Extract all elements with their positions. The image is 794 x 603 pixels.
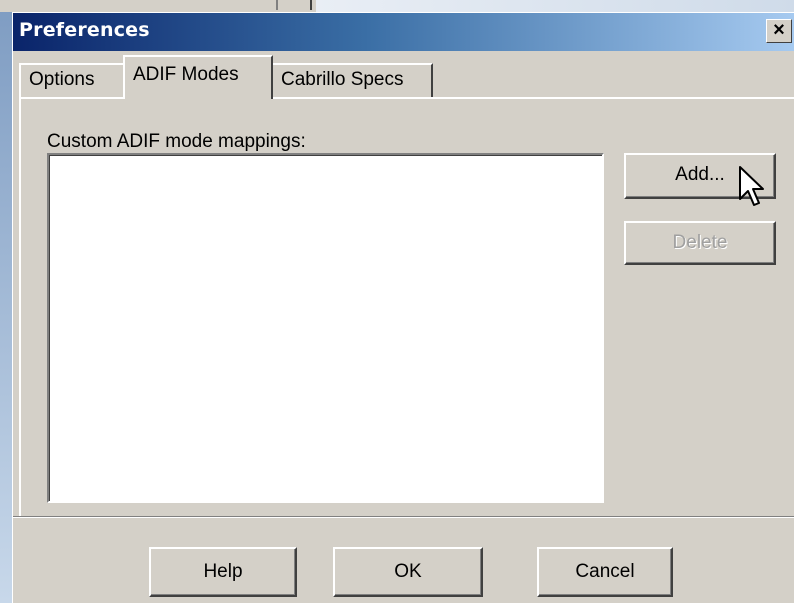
- arrow-cursor-icon: [739, 166, 764, 206]
- mappings-list[interactable]: [47, 153, 604, 503]
- tab-adif-modes[interactable]: ADIF Modes: [123, 55, 273, 99]
- cancel-button[interactable]: Cancel: [537, 547, 673, 597]
- background-divider: [310, 0, 312, 10]
- background-titlebar-fragment: [316, 0, 794, 12]
- mappings-label: Custom ADIF mode mappings:: [47, 131, 306, 152]
- preferences-dialog: Preferences × Options ADIF Modes Cabrill…: [12, 12, 794, 603]
- delete-button[interactable]: Delete: [624, 221, 776, 265]
- title-bar[interactable]: Preferences ×: [13, 13, 794, 51]
- close-button[interactable]: ×: [766, 19, 792, 43]
- background-desktop-strip: [0, 0, 12, 603]
- tab-options[interactable]: Options: [19, 63, 125, 97]
- close-icon: ×: [773, 19, 785, 41]
- background-divider: [276, 0, 278, 10]
- window-title: Preferences: [19, 19, 150, 41]
- footer-separator-highlight: [13, 517, 794, 518]
- ok-button[interactable]: OK: [333, 547, 483, 597]
- help-button[interactable]: Help: [149, 547, 297, 597]
- tab-cabrillo-specs[interactable]: Cabrillo Specs: [271, 63, 433, 97]
